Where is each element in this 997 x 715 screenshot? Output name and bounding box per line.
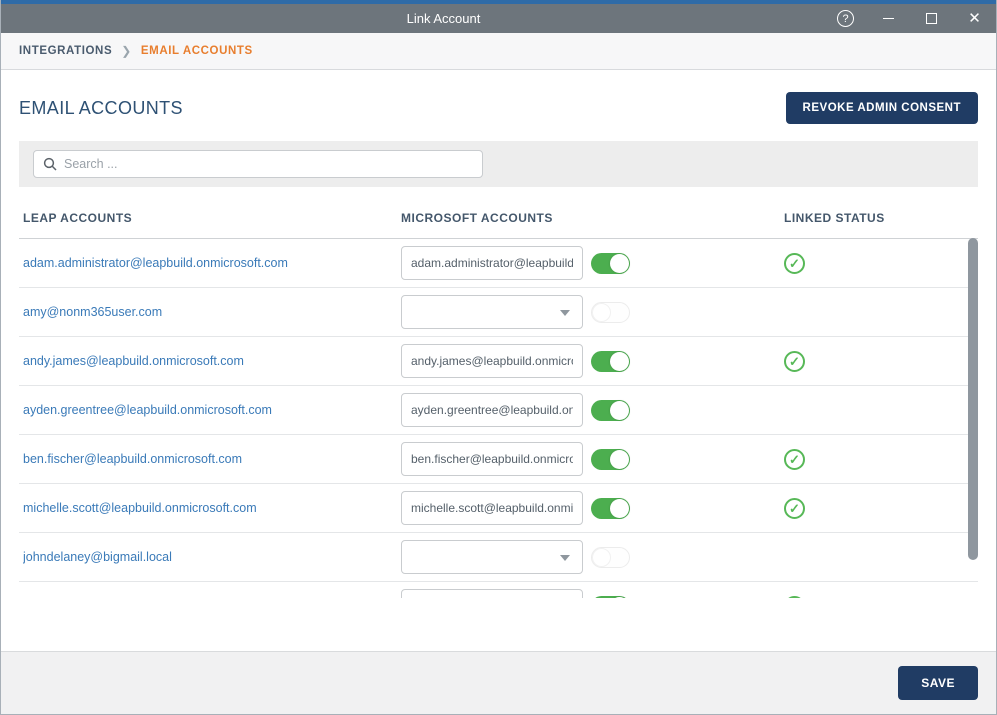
- table-header-row: LEAP ACCOUNTS MICROSOFT ACCOUNTS LINKED …: [19, 187, 978, 239]
- chevron-down-icon: [560, 310, 570, 316]
- microsoft-account-select[interactable]: ayden.greentree@leapbuild.onmicrosoft.co…: [401, 393, 583, 427]
- search-icon: [43, 157, 57, 171]
- search-band: [19, 141, 978, 187]
- close-icon: ✕: [968, 11, 981, 26]
- microsoft-account-select[interactable]: [401, 540, 583, 574]
- toggle-knob: [610, 254, 629, 273]
- maximize-button[interactable]: [910, 4, 953, 33]
- link-toggle[interactable]: [591, 400, 630, 421]
- table-row: andy.james@leapbuild.onmicrosoft.com and…: [19, 337, 978, 386]
- microsoft-account-select[interactable]: adam.administrator@leapbuild.onmicrosoft…: [401, 246, 583, 280]
- header-microsoft-accounts: MICROSOFT ACCOUNTS: [401, 211, 784, 225]
- leap-account-link: johndelaney@bigmail.local: [23, 550, 401, 564]
- leap-account-link: adam.administrator@leapbuild.onmicrosoft…: [23, 256, 401, 270]
- toggle-knob: [610, 499, 629, 518]
- titlebar: Link Account ? ✕: [1, 4, 996, 33]
- toggle-knob: [610, 450, 629, 469]
- search-box: [33, 150, 483, 178]
- table-rows: adam.administrator@leapbuild.onmicrosoft…: [19, 239, 978, 598]
- link-toggle[interactable]: [591, 351, 630, 372]
- accounts-table: LEAP ACCOUNTS MICROSOFT ACCOUNTS LINKED …: [19, 187, 978, 598]
- link-account-window: Link Account ? ✕ INTEGRATIONS ❯ EMAIL AC…: [0, 0, 997, 715]
- leap-account-link: michelle.scott@leapbuild.onmicrosoft.com: [23, 501, 401, 515]
- table-row: amy@nonm365user.com: [19, 288, 978, 337]
- toggle-knob: [592, 303, 611, 322]
- link-toggle[interactable]: [591, 449, 630, 470]
- microsoft-account-select[interactable]: [401, 295, 583, 329]
- page-title: EMAIL ACCOUNTS: [19, 98, 183, 119]
- table-row: ✓: [19, 582, 978, 598]
- linked-check-icon: ✓: [784, 498, 805, 519]
- breadcrumb: INTEGRATIONS ❯ EMAIL ACCOUNTS: [1, 33, 996, 70]
- footer-bar: SAVE: [1, 651, 996, 714]
- microsoft-account-value: michelle.scott@leapbuild.onmicrosoft.com: [411, 501, 573, 515]
- table-row: ayden.greentree@leapbuild.onmicrosoft.co…: [19, 386, 978, 435]
- save-button[interactable]: SAVE: [898, 666, 978, 700]
- leap-account-link: amy@nonm365user.com: [23, 305, 401, 319]
- chevron-right-icon: ❯: [121, 44, 132, 58]
- chevron-down-icon: [560, 555, 570, 561]
- microsoft-account-select[interactable]: andy.james@leapbuild.onmicrosoft.com: [401, 344, 583, 378]
- table-row: adam.administrator@leapbuild.onmicrosoft…: [19, 239, 978, 288]
- table-row: ben.fischer@leapbuild.onmicrosoft.com be…: [19, 435, 978, 484]
- linked-check-icon: ✓: [784, 596, 805, 599]
- microsoft-account-value: adam.administrator@leapbuild.onmicrosoft…: [411, 256, 573, 270]
- table-row: johndelaney@bigmail.local: [19, 533, 978, 582]
- header-linked-status: LINKED STATUS: [784, 211, 978, 225]
- toggle-knob: [610, 401, 629, 420]
- microsoft-account-value: ben.fischer@leapbuild.onmicrosoft.com: [411, 452, 573, 466]
- microsoft-account-value: ayden.greentree@leapbuild.onmicrosoft.co…: [411, 403, 573, 417]
- vertical-scrollbar[interactable]: [968, 237, 978, 598]
- leap-account-link: ayden.greentree@leapbuild.onmicrosoft.co…: [23, 403, 401, 417]
- table-row: michelle.scott@leapbuild.onmicrosoft.com…: [19, 484, 978, 533]
- microsoft-account-value: andy.james@leapbuild.onmicrosoft.com: [411, 354, 573, 368]
- microsoft-account-select[interactable]: ben.fischer@leapbuild.onmicrosoft.com: [401, 442, 583, 476]
- search-input[interactable]: [64, 157, 473, 171]
- close-button[interactable]: ✕: [953, 4, 996, 33]
- link-toggle[interactable]: [591, 596, 630, 599]
- linked-check-icon: ✓: [784, 253, 805, 274]
- linked-check-icon: ✓: [784, 351, 805, 372]
- linked-check-icon: ✓: [784, 449, 805, 470]
- scrollbar-thumb[interactable]: [968, 238, 978, 560]
- link-toggle[interactable]: [591, 253, 630, 274]
- main-content: EMAIL ACCOUNTS REVOKE ADMIN CONSENT LEAP…: [1, 70, 996, 651]
- leap-account-link: ben.fischer@leapbuild.onmicrosoft.com: [23, 452, 401, 466]
- revoke-admin-consent-button[interactable]: REVOKE ADMIN CONSENT: [786, 92, 978, 124]
- link-toggle[interactable]: [591, 302, 630, 323]
- breadcrumb-email-accounts[interactable]: EMAIL ACCOUNTS: [141, 45, 253, 57]
- toggle-knob: [592, 548, 611, 567]
- page-header: EMAIL ACCOUNTS REVOKE ADMIN CONSENT: [1, 70, 996, 124]
- leap-account-link: andy.james@leapbuild.onmicrosoft.com: [23, 354, 401, 368]
- header-leap-accounts: LEAP ACCOUNTS: [19, 211, 401, 225]
- link-toggle[interactable]: [591, 547, 630, 568]
- microsoft-account-select[interactable]: michelle.scott@leapbuild.onmicrosoft.com: [401, 491, 583, 525]
- maximize-icon: [926, 13, 937, 24]
- microsoft-account-select[interactable]: [401, 589, 583, 598]
- toggle-knob: [610, 597, 629, 599]
- window-title: Link Account: [1, 11, 886, 26]
- toggle-knob: [610, 352, 629, 371]
- breadcrumb-integrations[interactable]: INTEGRATIONS: [19, 45, 112, 57]
- link-toggle[interactable]: [591, 498, 630, 519]
